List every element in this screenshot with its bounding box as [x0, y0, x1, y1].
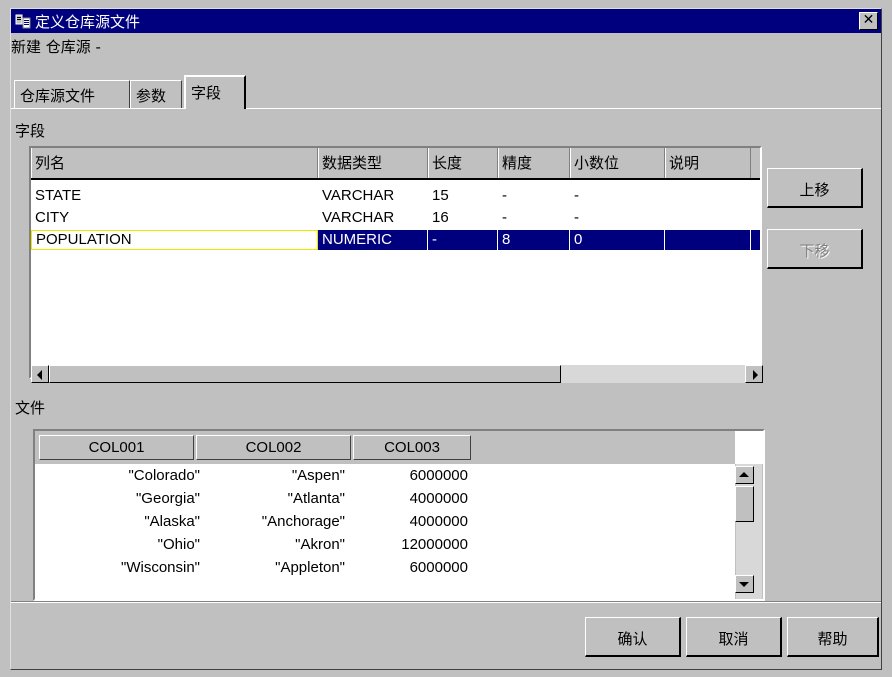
- cell-length: 15: [432, 187, 449, 204]
- column-header-scale[interactable]: 小数位: [570, 148, 665, 178]
- cell-type: NUMERIC: [318, 230, 428, 250]
- cell-col003: 12000000: [401, 536, 468, 553]
- arrow-right-icon: [753, 370, 758, 380]
- close-icon: ✕: [862, 12, 875, 28]
- cell-col002: "Akron": [295, 536, 345, 553]
- cell-precision: -: [502, 209, 507, 226]
- arrow-down-icon: [739, 582, 749, 587]
- fields-horizontal-scrollbar[interactable]: [31, 365, 763, 384]
- cell-col001: "Colorado": [128, 467, 200, 484]
- table-row[interactable]: "Colorado" "Aspen" 6000000: [35, 466, 735, 489]
- cell-length: -: [428, 230, 498, 250]
- cell-precision: -: [502, 187, 507, 204]
- scroll-right-button[interactable]: [745, 365, 763, 383]
- file-preview-header: COL001 COL002 COL003: [35, 431, 735, 464]
- scrollbar-thumb[interactable]: [49, 365, 561, 383]
- file-group-label: 文件: [15, 399, 46, 417]
- table-row[interactable]: CITY VARCHAR 16 - -: [31, 208, 760, 228]
- tab-label: 字段: [191, 84, 222, 102]
- cell-col001: "Wisconsin": [121, 559, 200, 576]
- cell-type: VARCHAR: [322, 209, 395, 226]
- arrow-left-icon: [37, 370, 42, 380]
- cell-col002: "Appleton": [275, 559, 345, 576]
- cell-col002: "Aspen": [291, 467, 345, 484]
- table-row-selected[interactable]: POPULATION NUMERIC - 8 0: [31, 230, 760, 250]
- cell-col002: "Anchorage": [261, 513, 345, 530]
- cell-description: [665, 208, 751, 228]
- cell-name: CITY: [35, 209, 70, 226]
- tab-label: 仓库源文件: [20, 87, 96, 105]
- fields-group-label: 字段: [15, 122, 46, 140]
- ok-button[interactable]: 确认: [585, 617, 681, 657]
- warehouse-source-icon: [15, 14, 31, 29]
- cell-col001: "Alaska": [144, 513, 200, 530]
- window-title: 定义仓库源文件: [35, 13, 141, 31]
- cell-type: VARCHAR: [322, 187, 395, 204]
- column-header-description[interactable]: 说明: [665, 148, 751, 178]
- cell-scale: -: [574, 209, 579, 226]
- cell-col003: 6000000: [409, 467, 468, 484]
- cell-precision: 8: [498, 230, 570, 250]
- column-header-col002[interactable]: COL002: [196, 435, 351, 460]
- define-warehouse-source-dialog: 定义仓库源文件 ✕ 新建 仓库源 - 仓库源文件 参数 字段 字段 列名 数据类…: [10, 8, 882, 670]
- cell-name: STATE: [35, 187, 82, 204]
- table-row[interactable]: "Alaska" "Anchorage" 4000000: [35, 512, 735, 535]
- column-header-precision[interactable]: 精度: [498, 148, 570, 178]
- cell-col003: 4000000: [409, 490, 468, 507]
- move-down-button[interactable]: 下移: [767, 229, 863, 269]
- tab-label: 参数: [136, 87, 167, 105]
- scroll-left-button[interactable]: [31, 365, 49, 383]
- column-header-name[interactable]: 列名: [31, 148, 318, 178]
- cell-scale: -: [574, 187, 579, 204]
- cell-scale: 0: [570, 230, 665, 250]
- table-row[interactable]: "Wisconsin" "Appleton" 6000000: [35, 558, 735, 581]
- arrow-up-icon: [739, 472, 749, 477]
- title-bar[interactable]: 定义仓库源文件 ✕: [11, 9, 881, 33]
- cell-description: [665, 230, 751, 250]
- column-header-col001[interactable]: COL001: [39, 435, 194, 460]
- column-header-type[interactable]: 数据类型: [318, 148, 428, 178]
- table-row[interactable]: STATE VARCHAR 15 - -: [31, 186, 760, 206]
- dialog-subtitle: 新建 仓库源 -: [11, 38, 101, 56]
- divider: [11, 601, 881, 603]
- scroll-down-button[interactable]: [735, 575, 754, 593]
- cell-col003: 6000000: [409, 559, 468, 576]
- cell-col001: "Ohio": [157, 536, 200, 553]
- table-row[interactable]: "Ohio" "Akron" 12000000: [35, 535, 735, 558]
- file-preview-table[interactable]: COL001 COL002 COL003 "Colorado" "Aspen" …: [33, 429, 765, 601]
- cell-length: 16: [432, 209, 449, 226]
- scroll-up-button[interactable]: [735, 466, 754, 484]
- cell-name-editor[interactable]: POPULATION: [31, 230, 318, 250]
- cell-col002: "Atlanta": [287, 490, 345, 507]
- cell-description: [665, 186, 751, 206]
- tab-parameters[interactable]: 参数: [130, 80, 182, 108]
- help-button[interactable]: 帮助: [787, 617, 879, 657]
- table-row[interactable]: "Georgia" "Atlanta" 4000000: [35, 489, 735, 512]
- cancel-button[interactable]: 取消: [686, 617, 782, 657]
- close-button[interactable]: ✕: [859, 12, 878, 30]
- fields-table-header: 列名 数据类型 长度 精度 小数位 说明: [31, 148, 760, 180]
- scrollbar-thumb[interactable]: [735, 486, 754, 522]
- fields-table[interactable]: 列名 数据类型 长度 精度 小数位 说明 STATE VARCHAR 15 - …: [29, 146, 762, 379]
- move-up-button[interactable]: 上移: [767, 168, 863, 208]
- column-header-col003[interactable]: COL003: [353, 435, 471, 460]
- cell-col003: 4000000: [409, 513, 468, 530]
- column-header-length[interactable]: 长度: [428, 148, 498, 178]
- file-vertical-scrollbar[interactable]: [735, 464, 763, 599]
- tab-warehouse-source-file[interactable]: 仓库源文件: [14, 80, 130, 108]
- tab-fields[interactable]: 字段: [184, 75, 246, 109]
- cell-col001: "Georgia": [135, 490, 200, 507]
